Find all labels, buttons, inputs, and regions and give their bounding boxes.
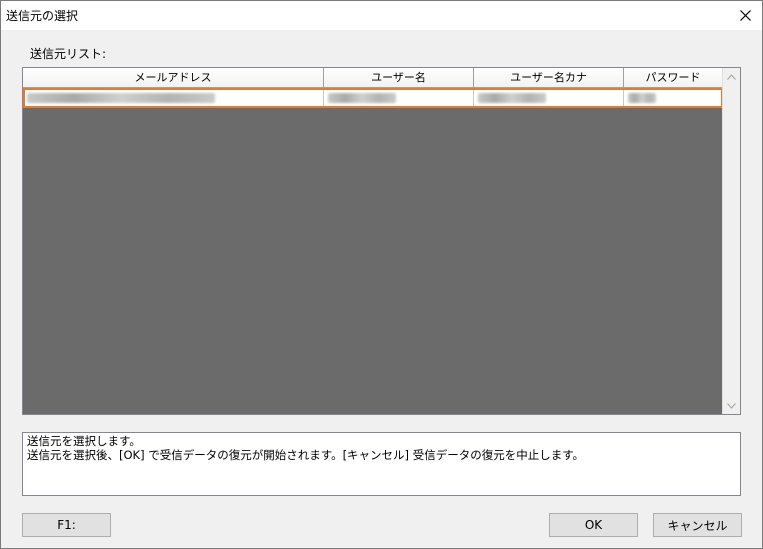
vertical-scrollbar[interactable] [722,68,740,414]
redacted-password [628,93,656,103]
column-header-email[interactable]: メールアドレス [23,68,324,88]
message-line-2: 送信元を選択後、[OK] で受信データの復元が開始されます。[キャンセル] 受信… [27,448,585,462]
grid-header: メールアドレス ユーザー名 ユーザー名カナ パスワード [23,68,723,88]
cancel-button[interactable]: キャンセル [653,513,742,537]
chevron-down-icon [727,402,736,409]
f1-button[interactable]: F1: [22,513,111,537]
cell-username [324,88,474,108]
scroll-up-button[interactable] [723,68,740,85]
table-row[interactable] [23,88,723,108]
message-line-1: 送信元を選択します。 [27,434,141,448]
cell-password [624,88,723,108]
redacted-email [27,93,215,103]
dialog-window: 送信元の選択 送信元リスト: メールアドレス ユーザー名 ユーザー名カナ パスワ… [0,0,763,549]
redacted-username [328,93,396,103]
redacted-username-kana [478,93,546,103]
column-header-password[interactable]: パスワード [624,68,723,88]
scroll-down-button[interactable] [723,397,740,414]
column-header-username-kana[interactable]: ユーザー名カナ [474,68,624,88]
sender-list-grid[interactable]: メールアドレス ユーザー名 ユーザー名カナ パスワード [22,67,741,415]
chevron-up-icon [727,73,736,80]
sender-list-label: 送信元リスト: [30,47,107,61]
cell-username-kana [474,88,624,108]
column-header-username[interactable]: ユーザー名 [324,68,474,88]
ok-button[interactable]: OK [549,513,638,537]
window-title: 送信元の選択 [6,9,79,23]
title-bar: 送信元の選択 [1,1,762,30]
close-button[interactable] [728,1,762,30]
cell-email [23,88,324,108]
message-box: 送信元を選択します。 送信元を選択後、[OK] で受信データの復元が開始されます。… [22,432,741,496]
close-icon [739,10,751,21]
